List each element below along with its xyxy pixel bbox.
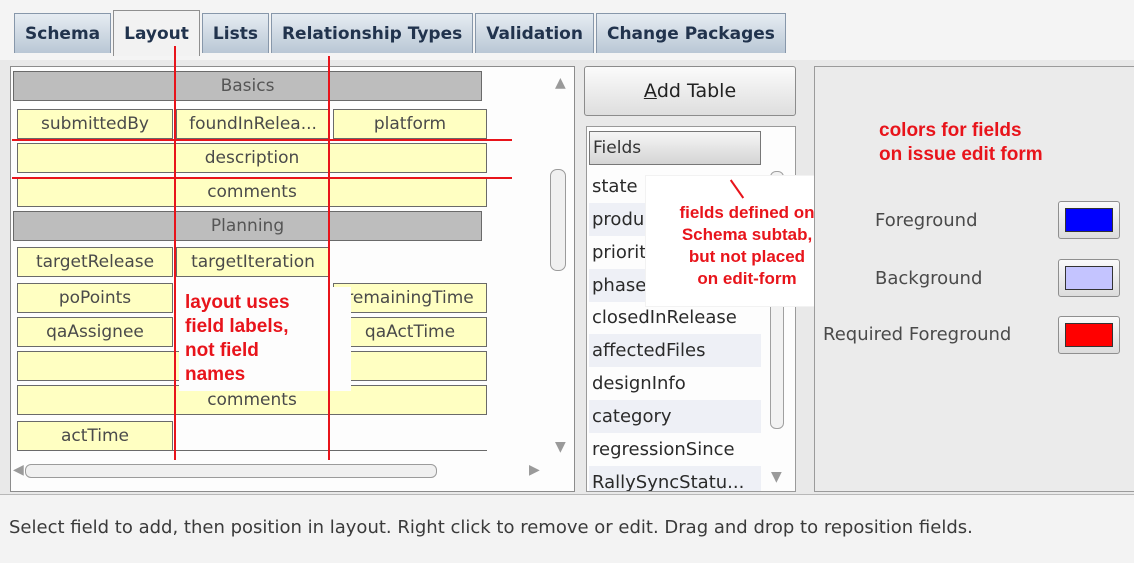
- layout-cell[interactable]: platform: [333, 109, 487, 139]
- status-text: Select field to add, then position in la…: [9, 517, 973, 538]
- tab-lists[interactable]: Lists: [201, 13, 269, 53]
- add-table-button[interactable]: Add Table: [584, 66, 796, 116]
- scroll-right-icon[interactable]: ▶: [529, 462, 540, 478]
- tab-validation[interactable]: Validation: [475, 13, 594, 53]
- layout-cell[interactable]: actTime: [17, 421, 173, 451]
- fields-list-header: Fields: [589, 131, 761, 165]
- field-item[interactable]: designInfo: [589, 367, 761, 400]
- foreground-label: Foreground: [875, 210, 978, 231]
- annotation-line: [12, 139, 512, 141]
- background-color-button[interactable]: [1058, 259, 1120, 297]
- field-item[interactable]: regressionSince: [589, 433, 761, 466]
- scroll-down-icon[interactable]: ▼: [555, 439, 566, 455]
- required-foreground-color-button[interactable]: [1058, 316, 1120, 354]
- layout-cell[interactable]: submittedBy: [17, 109, 173, 139]
- layout-cell[interactable]: description: [17, 143, 487, 173]
- layout-panel: Basics submittedBy foundInRelea... platf…: [10, 66, 575, 492]
- layout-horizontal-scroll-thumb[interactable]: [25, 464, 437, 478]
- layout-cell[interactable]: poPoints: [17, 283, 173, 313]
- layout-cell[interactable]: targetRelease: [17, 247, 173, 277]
- layout-annotation-note: layout uses field labels, not field name…: [179, 287, 351, 391]
- tab-relationship-types[interactable]: Relationship Types: [270, 13, 474, 53]
- colors-panel: colors for fields on issue edit form For…: [814, 66, 1134, 492]
- required-foreground-color-swatch: [1065, 323, 1113, 347]
- scroll-left-icon[interactable]: ◀: [13, 462, 24, 478]
- field-item[interactable]: RallySyncStatu...: [589, 466, 761, 491]
- fields-scroll-down-icon[interactable]: ▼: [771, 469, 782, 485]
- colors-annotation-note: colors for fields on issue edit form: [879, 120, 1043, 165]
- tab-schema[interactable]: Schema: [14, 13, 112, 53]
- layout-row-divider: [173, 450, 487, 451]
- foreground-color-swatch: [1065, 208, 1113, 232]
- status-bar: Select field to add, then position in la…: [0, 494, 1134, 563]
- add-table-label: dd Table: [656, 80, 737, 102]
- layout-cell[interactable]: remainingTime: [333, 283, 487, 313]
- add-table-accesskey: A: [643, 80, 657, 102]
- annotation-line: [328, 56, 330, 460]
- layout-vertical-scroll-thumb[interactable]: [550, 169, 566, 271]
- tab-layout[interactable]: Layout: [113, 10, 200, 56]
- tab-change-packages[interactable]: Change Packages: [595, 13, 786, 53]
- annotation-line: [174, 46, 176, 460]
- layout-cell[interactable]: qaAssignee: [17, 317, 173, 347]
- callout-pointer: [729, 179, 745, 199]
- layout-cell[interactable]: targetIteration: [176, 247, 330, 277]
- annotation-line: [12, 177, 512, 179]
- field-item[interactable]: affectedFiles: [589, 334, 761, 367]
- background-color-swatch: [1065, 266, 1113, 290]
- layout-section-basics[interactable]: Basics: [13, 71, 482, 101]
- scroll-up-icon[interactable]: ▲: [555, 75, 566, 91]
- background-label: Background: [875, 268, 983, 289]
- tab-bar: Schema Layout Lists Relationship Types V…: [0, 0, 1134, 61]
- layout-section-planning[interactable]: Planning: [13, 211, 482, 241]
- fields-annotation-note: fields defined on Schema subtab, but not…: [679, 203, 815, 288]
- layout-cell[interactable]: qaActTime: [333, 317, 487, 347]
- layout-cell[interactable]: comments: [17, 177, 487, 207]
- layout-cell[interactable]: foundInRelea...: [176, 109, 330, 139]
- field-item[interactable]: category: [589, 400, 761, 433]
- foreground-color-button[interactable]: [1058, 201, 1120, 239]
- required-foreground-label: Required Foreground: [823, 324, 1012, 345]
